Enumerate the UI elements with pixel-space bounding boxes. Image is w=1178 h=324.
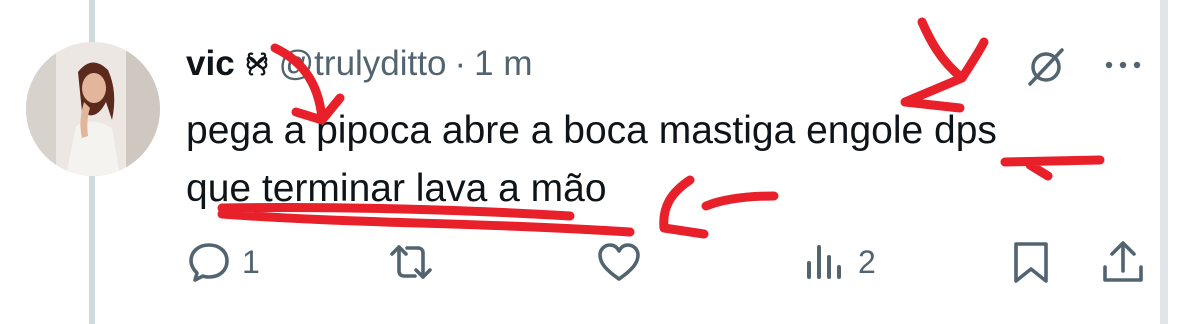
- tweet-actions: 1 2: [0, 232, 1160, 292]
- share-icon: [1103, 241, 1143, 282]
- heart-icon: [598, 243, 640, 281]
- timeline-border: [1160, 0, 1168, 324]
- arrow-mark-2: [900, 17, 989, 113]
- like-button[interactable]: [596, 232, 652, 292]
- reply-count: 1: [242, 243, 260, 280]
- author-handle[interactable]: @trulyditto: [279, 44, 447, 84]
- retweet-button[interactable]: [388, 232, 444, 292]
- tweet-text-line-1: pega a pipoca abre a boca mastiga engole…: [186, 109, 997, 152]
- timestamp[interactable]: 1 m: [474, 44, 532, 84]
- tweet-text: pega a pipoca abre a boca mastiga engole…: [186, 102, 1146, 218]
- four-leaf-clover-icon: [243, 50, 271, 78]
- grok-icon[interactable]: [1022, 46, 1072, 88]
- separator-dot: ·: [454, 44, 467, 83]
- more-options-icon[interactable]: [1100, 50, 1146, 80]
- tweet-header: vic @trulyditto · 1 m: [186, 42, 532, 86]
- bookmark-icon: [1014, 242, 1048, 283]
- share-button[interactable]: [1100, 232, 1146, 292]
- avatar[interactable]: [26, 42, 160, 176]
- reply-icon: [189, 243, 229, 282]
- views-count: 2: [858, 243, 876, 280]
- tweet-text-line-2: que terminar lava a mão: [186, 167, 607, 210]
- views-chart-icon: [807, 245, 841, 279]
- bookmark-button[interactable]: [1008, 232, 1054, 292]
- reply-button[interactable]: 1: [186, 232, 260, 292]
- display-name[interactable]: vic: [186, 44, 235, 84]
- avatar-photo: [26, 42, 160, 176]
- views-button[interactable]: 2: [802, 232, 876, 292]
- retweet-icon: [390, 245, 432, 279]
